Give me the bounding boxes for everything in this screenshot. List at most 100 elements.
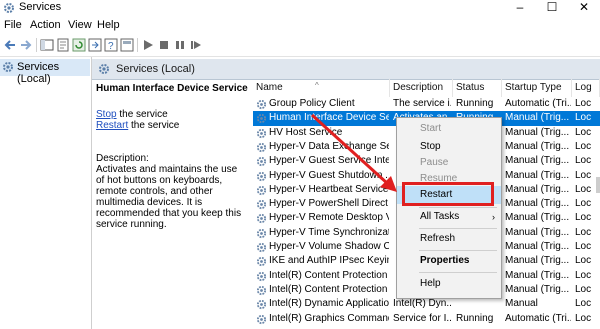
service-startup-type: Manual (Trig... — [505, 126, 570, 138]
service-name: Group Policy Client — [269, 98, 355, 109]
description-label: Description: — [96, 153, 149, 164]
stop-service-link[interactable]: Stop — [96, 109, 117, 120]
service-startup-type: Manual (Trig... — [505, 183, 570, 195]
service-log-on: Loc — [575, 198, 592, 210]
service-gear-icon — [256, 157, 267, 167]
service-startup-type: Manual (Trig... — [505, 169, 570, 181]
service-name: Hyper-V Time Synchronizati... — [269, 226, 389, 238]
forward-arrow-icon[interactable] — [19, 38, 33, 52]
context-menu: Start Stop Pause Resume Restart All Task… — [396, 117, 502, 299]
service-log-on: Loc — [575, 126, 592, 138]
menu-item-refresh[interactable]: Refresh — [397, 230, 501, 248]
services-gear-icon — [3, 62, 13, 72]
menu-view[interactable]: View — [68, 19, 92, 31]
table-row[interactable]: Group Policy Client The service i... Runni… — [253, 97, 600, 111]
submenu-arrow-icon: › — [492, 212, 495, 222]
play-icon[interactable] — [141, 38, 155, 52]
service-gear-icon — [256, 300, 267, 310]
column-header-log-on-as[interactable]: Log — [572, 79, 600, 97]
service-name: Hyper-V PowerShell Direct ... — [269, 198, 389, 210]
service-description-panel: Human Interface Device Service Stop the … — [96, 81, 248, 230]
service-log-on: Loc — [575, 298, 592, 310]
service-name: Hyper-V Data Exchange Ser... — [269, 140, 389, 152]
minimize-button[interactable]: – — [505, 0, 535, 16]
service-log-on: Loc — [575, 226, 592, 238]
restart-icon[interactable] — [189, 38, 203, 52]
menu-file[interactable]: File — [4, 19, 22, 31]
service-startup-type: Automatic (Tri... — [505, 312, 571, 324]
service-log-on: Loc — [575, 283, 592, 295]
menu-action[interactable]: Action — [30, 19, 61, 31]
service-gear-icon — [256, 257, 267, 267]
service-log-on: Loc — [575, 312, 592, 324]
pane-header: Services (Local) — [92, 59, 600, 80]
restart-service-link[interactable]: Restart — [96, 120, 128, 131]
svg-text:?: ? — [108, 41, 114, 52]
sort-ascending-icon: ^ — [315, 81, 319, 90]
console-tree-icon[interactable] — [40, 38, 54, 52]
service-log-on: Loc — [575, 140, 592, 152]
menu-item-start: Start — [420, 123, 442, 134]
annotation-highlight-box — [402, 182, 494, 206]
service-log-on: Loc — [575, 269, 592, 281]
refresh-icon[interactable] — [72, 38, 86, 52]
service-log-on: Loc — [575, 155, 592, 167]
services-gear-icon — [99, 64, 109, 74]
tree-item-services-local[interactable]: Services (Local) — [0, 59, 90, 85]
menu-item-properties[interactable]: Properties — [397, 252, 501, 270]
service-startup-type: Manual (Trig... — [505, 226, 570, 238]
restart-link-suffix: the service — [128, 120, 180, 131]
service-startup-type: Manual (Trig... — [505, 112, 570, 124]
services-pane: Services (Local) Human Interface Device … — [92, 57, 600, 329]
service-status: Running — [456, 98, 494, 109]
service-gear-icon — [256, 214, 267, 224]
close-button[interactable]: ✕ — [569, 0, 599, 16]
service-gear-icon — [256, 228, 267, 238]
service-startup-type: Manual (Trig... — [505, 198, 570, 210]
service-gear-icon — [256, 242, 267, 253]
properties-icon[interactable] — [56, 38, 70, 52]
scrollbar-thumb[interactable] — [596, 177, 600, 193]
menu-item-all-tasks[interactable]: All Tasks › — [397, 208, 501, 226]
service-gear-icon — [256, 200, 267, 210]
service-description: The service i... — [393, 98, 451, 109]
console-tree: Services (Local) — [0, 57, 92, 329]
service-gear-icon — [256, 185, 267, 195]
maximize-button[interactable]: ☐ — [537, 0, 567, 16]
stop-icon[interactable] — [157, 38, 171, 52]
service-gear-icon — [256, 285, 267, 295]
service-name: Hyper-V Guest Service Inter... — [269, 155, 389, 167]
column-header-description[interactable]: Description — [390, 79, 453, 97]
service-description: Intel(R) Dyn... — [393, 298, 451, 310]
service-name: HV Host Service — [269, 126, 343, 138]
service-startup-type: Manual (Trig... — [505, 155, 570, 167]
export-list-icon[interactable] — [88, 38, 102, 52]
services-gear-icon — [4, 3, 14, 13]
service-startup-type: Manual (Trig... — [505, 283, 570, 295]
service-name: Intel(R) Content Protection ... — [269, 283, 389, 295]
service-gear-icon — [256, 114, 267, 124]
column-header-name[interactable]: ^ Name — [253, 79, 390, 97]
column-header-status[interactable]: Status — [453, 79, 502, 97]
service-log-on: Loc — [575, 98, 592, 109]
service-gear-icon — [256, 99, 267, 110]
table-row[interactable]: Intel(R) Graphics Command... Service for … — [253, 312, 600, 326]
back-arrow-icon[interactable] — [3, 38, 17, 52]
service-name: Intel(R) Content Protection ... — [269, 269, 389, 281]
service-name: Intel(R) Dynamic Applicatio... — [269, 298, 389, 310]
service-description: Service for I... — [393, 312, 451, 324]
pause-icon[interactable] — [173, 38, 187, 52]
service-startup-type: Manual — [505, 298, 538, 310]
service-gear-icon — [256, 171, 267, 181]
service-gear-icon — [256, 128, 267, 138]
menu-help[interactable]: Help — [97, 19, 120, 31]
toolbar: ? — [0, 34, 600, 57]
service-name: Intel(R) Graphics Command... — [269, 312, 389, 324]
column-header-startup-type[interactable]: Startup Type — [502, 79, 572, 97]
selected-service-name: Human Interface Device Service — [96, 83, 248, 94]
menu-item-help[interactable]: Help — [397, 275, 501, 293]
table-row[interactable]: Intel(R) Dynamic Applicatio... Intel(R) D… — [253, 297, 600, 311]
show-hide-icon[interactable] — [120, 38, 134, 52]
service-startup-type: Manual (Trig... — [505, 140, 570, 152]
help-icon[interactable]: ? — [104, 38, 118, 52]
